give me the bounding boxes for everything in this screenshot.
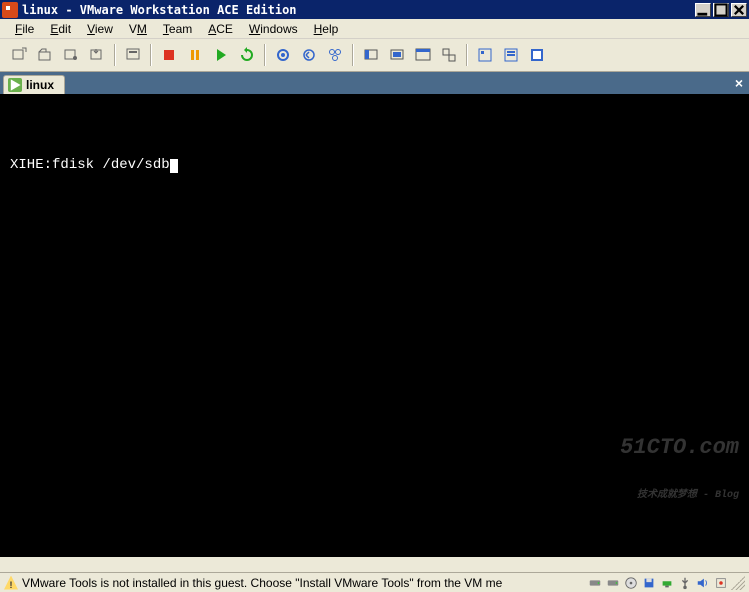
resize-grip[interactable] [731, 576, 745, 590]
appliance-view-button[interactable] [499, 43, 523, 67]
menu-team[interactable]: Team [156, 20, 199, 38]
power-on-button[interactable] [209, 43, 233, 67]
device-tray [587, 575, 745, 591]
connect-icon[interactable] [59, 43, 83, 67]
open-vm-icon[interactable] [33, 43, 57, 67]
status-message: VMware Tools is not installed in this gu… [22, 576, 583, 590]
acquire-icon[interactable] [85, 43, 109, 67]
snapshot-manager-button[interactable] [323, 43, 347, 67]
menu-file[interactable]: File [8, 20, 41, 38]
menu-edit[interactable]: Edit [43, 20, 78, 38]
power-off-button[interactable] [157, 43, 181, 67]
tab-label: linux [26, 78, 54, 92]
quick-switch-button[interactable] [385, 43, 409, 67]
usb-icon[interactable] [677, 575, 693, 591]
full-screen-button[interactable] [411, 43, 435, 67]
window-controls [695, 3, 747, 17]
sound-icon[interactable] [695, 575, 711, 591]
warning-icon: ! [4, 576, 18, 590]
tools-icon[interactable] [713, 575, 729, 591]
unity-button[interactable] [437, 43, 461, 67]
cd-icon[interactable] [623, 575, 639, 591]
show-console-button[interactable] [359, 43, 383, 67]
vm-tab-linux[interactable]: linux [3, 75, 65, 94]
suspend-button[interactable] [183, 43, 207, 67]
statusbar: ! VMware Tools is not installed in this … [0, 572, 749, 592]
menu-help[interactable]: Help [307, 20, 346, 38]
toolbar-separator [114, 44, 116, 66]
console-view-button[interactable] [525, 43, 549, 67]
guest-console[interactable]: XIHE:fdisk /dev/sdb 51CTO.com 技术成就梦想 - B… [0, 94, 749, 557]
toolbar-separator [466, 44, 468, 66]
hdd2-icon[interactable] [605, 575, 621, 591]
inventory-icon[interactable] [121, 43, 145, 67]
toolbar-separator [150, 44, 152, 66]
toolbar [0, 39, 749, 72]
vm-running-icon [8, 78, 22, 92]
revert-button[interactable] [297, 43, 321, 67]
snapshot-button[interactable] [271, 43, 295, 67]
minimize-button[interactable] [695, 3, 711, 17]
net-icon[interactable] [659, 575, 675, 591]
menubar: File Edit View VM Team ACE Windows Help [0, 19, 749, 39]
toolbar-separator [264, 44, 266, 66]
close-button[interactable] [731, 3, 747, 17]
new-vm-icon[interactable] [7, 43, 31, 67]
toolbar-separator [352, 44, 354, 66]
reset-button[interactable] [235, 43, 259, 67]
app-icon [2, 2, 18, 18]
menu-ace[interactable]: ACE [201, 20, 240, 38]
terminal-cursor [170, 159, 178, 173]
vm-tab-strip: linux × [0, 72, 749, 94]
tab-close-button[interactable]: × [735, 75, 743, 91]
watermark: 51CTO.com 技术成就梦想 - Blog [567, 410, 739, 551]
menu-windows[interactable]: Windows [242, 20, 305, 38]
terminal-prompt: XIHE: [10, 157, 52, 173]
menu-view[interactable]: View [80, 20, 120, 38]
menu-vm[interactable]: VM [122, 20, 154, 38]
summary-view-button[interactable] [473, 43, 497, 67]
floppy-icon[interactable] [641, 575, 657, 591]
window-title: linux - VMware Workstation ACE Edition [22, 3, 695, 17]
hdd-icon[interactable] [587, 575, 603, 591]
window-titlebar: linux - VMware Workstation ACE Edition [0, 0, 749, 19]
maximize-button[interactable] [713, 3, 729, 17]
terminal-command: fdisk /dev/sdb [52, 157, 170, 173]
terminal-line: XIHE:fdisk /dev/sdb [10, 156, 739, 174]
